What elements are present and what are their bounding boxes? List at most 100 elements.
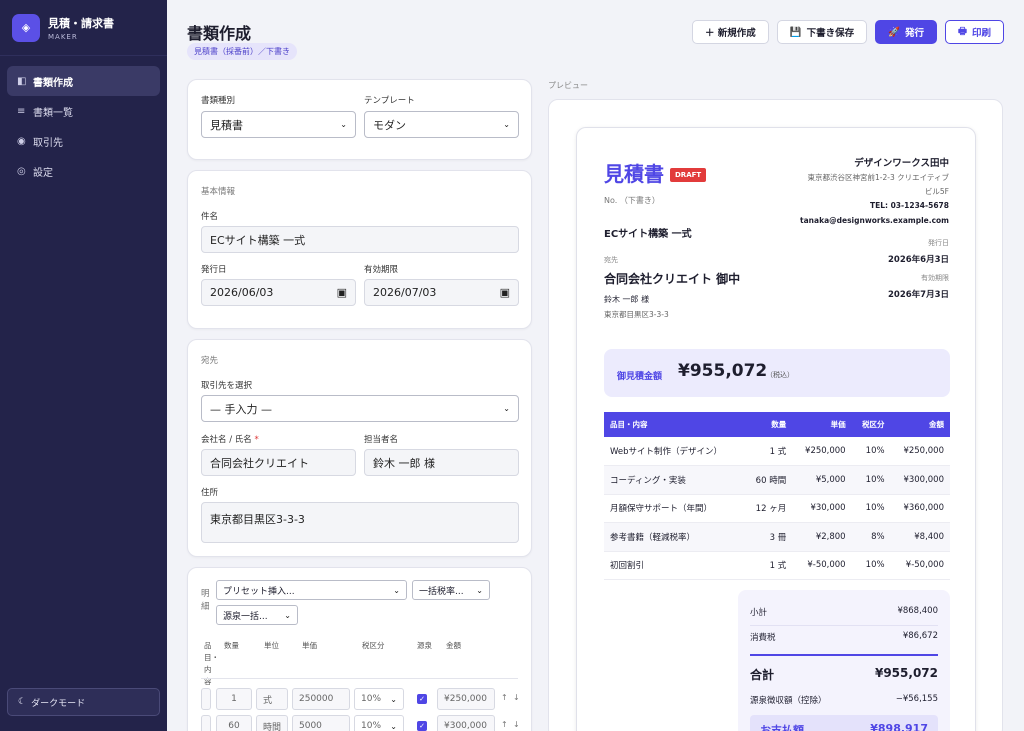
item-tax: 10% [851,551,891,580]
document-icon: ◧ [17,75,27,87]
grand-total-label: 合計 [750,668,775,682]
draft-badge: DRAFT [670,168,707,182]
save-draft-label: 下書き保存 [806,28,855,39]
table-row: 参考書籍（軽減税率） 3 冊 ¥2,800 8% ¥8,400 [604,522,950,552]
moon-icon: ☾ [18,697,27,707]
item-tax: 8% [851,522,891,552]
tax-value: 10% [361,694,382,704]
bulk-tax-value: 一括税率... [419,586,464,597]
subject-input[interactable]: ECサイト構築 一式 [201,226,519,253]
total-amount-note: （税込） [766,371,794,379]
move-up-icon[interactable]: ↑ [501,720,508,729]
brand-subtitle: MAKER [48,32,78,41]
doc-type-label: 書類種別 [201,96,236,106]
issuer-tel: TEL: 03-1234-5678 [869,201,949,210]
client-select[interactable]: — 手入力 — ⌄ [201,395,519,422]
withhold-value: −¥56,155 [895,694,938,704]
preset-select[interactable]: プリセット挿入... ⌄ [216,580,407,600]
calendar-icon[interactable]: ▣ [500,286,510,299]
print-button[interactable]: 🖶 印刷 [945,20,1004,44]
payment-row: お支払額 ¥898,917 [760,722,928,731]
expiry-date-value: 2026/07/03 [373,286,437,299]
issuer-address: 東京都渋谷区神宮前1-2-3 クリエイティブ [807,173,949,182]
move-down-icon[interactable]: ↓ [513,693,520,702]
sidebar: ◈ 見積・請求書 MAKER ◧ 書類作成 ≡ 書類一覧 ◉ 取引先 ◎ 設定 ☾ ダーク… [0,0,167,731]
chevron-down-icon: ⌄ [503,120,510,129]
brand-title: 見積・請求書 [48,16,114,30]
amount-display: ¥250,000 [437,688,495,710]
item-price: ¥30,000 [792,494,852,523]
move-up-icon[interactable]: ↑ [501,693,508,702]
issue-date-input[interactable]: 2026/06/03 ▣ [201,279,356,306]
list-icon: ≡ [17,105,26,117]
item-name-input[interactable] [201,688,211,710]
breadcrumb: 見積書（採番前）／下書き [187,43,297,60]
sidebar-item-list[interactable]: ≡ 書類一覧 [7,96,160,126]
sidebar-item-settings[interactable]: ◎ 設定 [7,156,160,186]
doc-type-select[interactable]: 見積書 ⌄ [201,111,356,138]
item-price: ¥250,000 [792,437,852,466]
basic-section-title: 基本情報 [201,187,236,197]
table-row: Webサイト制作（デザイン） 1 式 ¥250,000 10% ¥250,000 [604,437,950,466]
save-icon: 💾 [789,26,802,38]
table-row: 初回割引 1 式 ¥-50,000 10% ¥-50,000 [604,551,950,580]
person-input[interactable]: 鈴木 一郎 様 [364,449,519,476]
item-amount: ¥-50,000 [890,551,950,580]
item-amount: ¥8,400 [890,522,950,552]
new-document-button[interactable]: ＋ 新規作成 [691,20,769,44]
expiry-date-preview-label: 有効期限 [921,274,949,282]
item-amount: ¥300,000 [890,465,950,495]
subtotal-label: 小計 [750,608,768,618]
tax-value: ¥86,672 [902,631,938,641]
col-header-amount: 金額 [446,641,461,650]
tax-value: 10% [361,721,382,731]
line-items-card: 明細 プリセット挿入... ⌄ 一括税率... ⌄ 源泉一括... ⌄ 品目・内容 数… [187,567,532,731]
doc-type-card: 書類種別 見積書 ⌄ テンプレート モダン ⌄ [187,79,532,160]
tax-row: 消費税 ¥86,672 [750,631,938,643]
issue-label: 発行 [905,28,925,39]
template-select[interactable]: モダン ⌄ [364,111,519,138]
address-textarea[interactable]: 東京都目黒区3-3-3 [201,502,519,543]
unit-input[interactable]: 式 [256,688,288,710]
issue-button[interactable]: 🚀 発行 [875,20,938,44]
sidebar-item-label: 書類一覧 [33,107,73,119]
sidebar-item-clients[interactable]: ◉ 取引先 [7,126,160,156]
dark-mode-button[interactable]: ☾ ダークモード [7,688,160,716]
move-down-icon[interactable]: ↓ [513,720,520,729]
brand: ◈ 見積・請求書 MAKER [0,0,167,56]
tax-select[interactable]: 10% ⌄ [354,688,404,710]
tax-select[interactable]: 10% ⌄ [354,715,404,731]
withhold-row: 源泉徴収額（控除） −¥56,155 [750,694,938,706]
item-qty: 1 式 [744,551,793,580]
rocket-icon: 🚀 [888,26,900,38]
calendar-icon[interactable]: ▣ [337,286,347,299]
save-draft-button[interactable]: 💾 下書き保存 [776,20,868,44]
item-name-input[interactable] [201,715,211,731]
address-label: 住所 [201,488,219,498]
price-input[interactable]: 250000 [292,688,350,710]
sidebar-item-label: 書類作成 [33,77,73,89]
item-price: ¥5,000 [792,465,852,495]
to-label: 宛先 [604,256,618,264]
template-label: テンプレート [364,96,415,106]
item-amount: ¥360,000 [890,494,950,523]
issuer-address-line2: ビル5F [924,187,949,196]
withhold-checkbox[interactable]: ✓ [417,694,427,704]
withhold-select[interactable]: 源泉一括... ⌄ [216,605,298,625]
bulk-tax-select[interactable]: 一括税率... ⌄ [412,580,490,600]
doc-title: 見積書 [604,162,664,186]
unit-input[interactable]: 時間 [256,715,288,731]
price-input[interactable]: 5000 [292,715,350,731]
expiry-date-input[interactable]: 2026/07/03 ▣ [364,279,519,306]
item-qty: 60 時間 [744,465,793,495]
chevron-down-icon: ⌄ [390,721,397,731]
withhold-checkbox[interactable]: ✓ [417,721,427,731]
basic-info-card: 基本情報 件名 ECサイト構築 一式 発行日 2026/06/03 ▣ 有効期限 … [187,170,532,329]
qty-input[interactable]: 60 [216,715,252,731]
template-value: モダン [373,118,406,132]
sidebar-item-create[interactable]: ◧ 書類作成 [7,66,160,96]
qty-input[interactable]: 1 [216,688,252,710]
company-input[interactable]: 合同会社クリエイト [201,449,356,476]
document-paper: 見積書 DRAFT No. （下書き） ECサイト構築 一式 宛先 合同会社クリ… [576,127,976,731]
col-header-price: 単価 [302,641,317,650]
